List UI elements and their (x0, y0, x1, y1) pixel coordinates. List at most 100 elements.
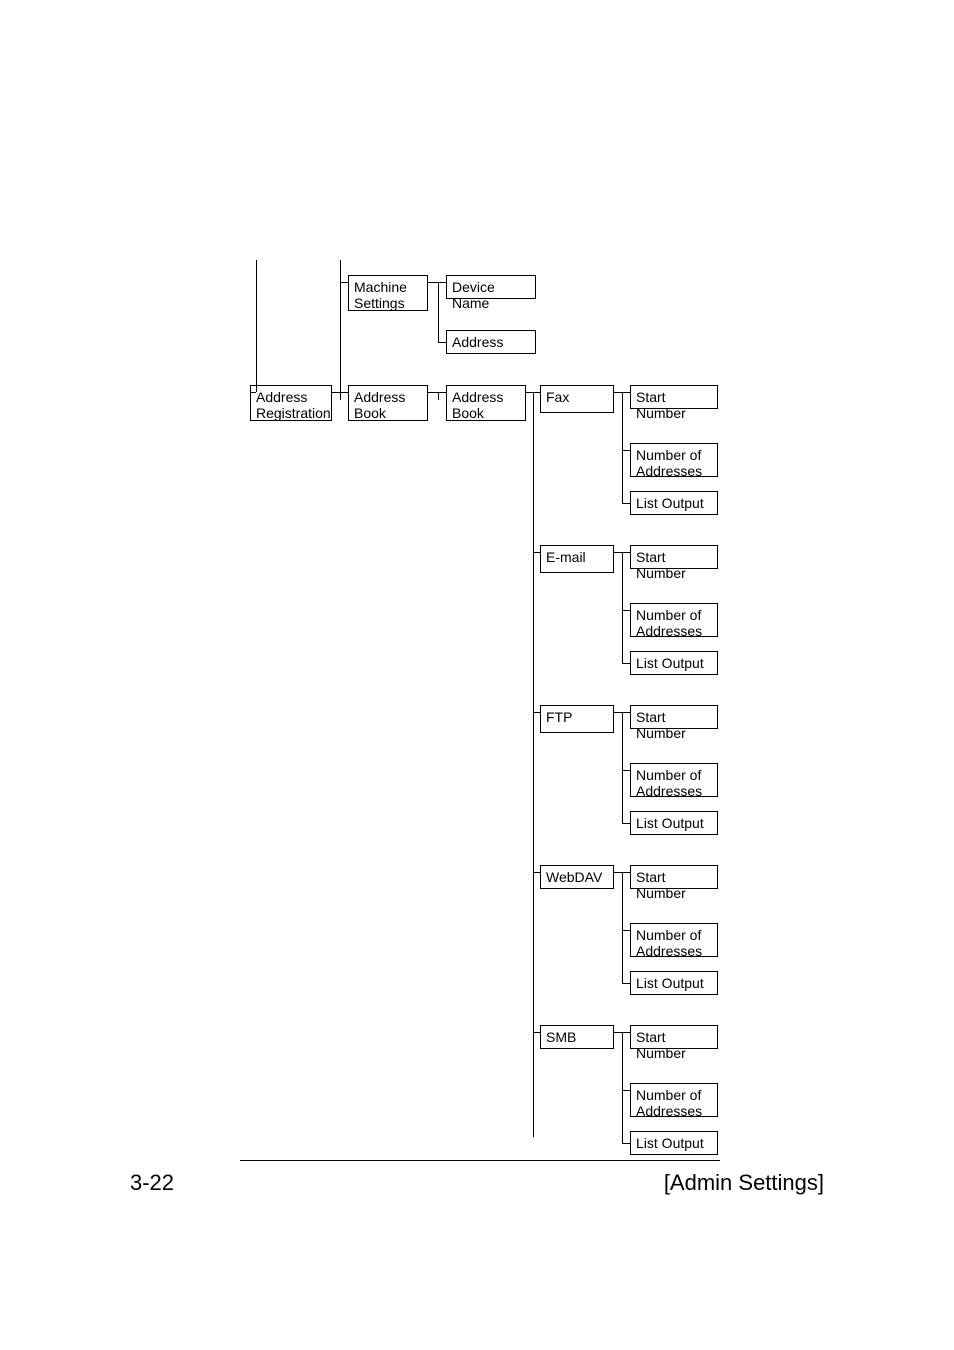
node-address-top: Address (446, 330, 536, 354)
label-smb-list-output: List Output (636, 1135, 704, 1151)
connector (614, 392, 622, 393)
label-ftp-num-addr: Number ofAddresses (636, 767, 702, 799)
connector (438, 282, 446, 283)
connector (622, 1032, 623, 1144)
node-smb-start-number: Start Number (630, 1025, 718, 1049)
node-smb: SMB (540, 1025, 614, 1049)
node-device-name: Device Name (446, 275, 536, 299)
label-ftp: FTP (546, 709, 572, 725)
connector (340, 282, 348, 283)
connector (428, 282, 438, 283)
connector (622, 663, 630, 664)
node-fax: Fax (540, 385, 614, 413)
node-email-num-addr: Number ofAddresses (630, 603, 718, 637)
label-fax: Fax (546, 389, 569, 405)
connector (622, 872, 630, 873)
connector (622, 392, 623, 504)
node-smb-list-output: List Output (630, 1131, 718, 1155)
label-email: E-mail (546, 549, 586, 565)
label-fax-num-addr: Number ofAddresses (636, 447, 702, 479)
node-address-book-1: AddressBook (348, 385, 428, 421)
connector (622, 392, 630, 393)
connector (622, 872, 623, 984)
label-address-registration: AddressRegistration (256, 389, 331, 421)
node-fax-num-addr: Number ofAddresses (630, 443, 718, 477)
label-smb-start-number: Start Number (636, 1029, 713, 1061)
page-number: 3-22 (130, 1170, 174, 1196)
section-title-text: [Admin Settings] (664, 1170, 824, 1195)
connector (622, 983, 630, 984)
label-smb-num-addr: Number ofAddresses (636, 1087, 702, 1119)
connector (438, 282, 439, 343)
node-webdav-start-number: Start Number (630, 865, 718, 889)
label-machine-settings: MachineSettings (354, 279, 407, 311)
connector (438, 392, 446, 393)
connector (614, 552, 622, 553)
connector (622, 712, 623, 824)
node-email-list-output: List Output (630, 651, 718, 675)
connector (622, 823, 630, 824)
connector (340, 260, 341, 400)
node-fax-start-number: Start Number (630, 385, 718, 409)
connector (622, 930, 630, 931)
connector (533, 872, 540, 873)
label-smb: SMB (546, 1029, 576, 1045)
connector (622, 1032, 630, 1033)
label-email-list-output: List Output (636, 655, 704, 671)
label-webdav-list-output: List Output (636, 975, 704, 991)
label-email-num-addr: Number ofAddresses (636, 607, 702, 639)
node-email: E-mail (540, 545, 614, 573)
connector (438, 392, 439, 400)
node-address-registration: AddressRegistration (250, 385, 332, 421)
connector (533, 552, 540, 553)
connector (438, 342, 446, 343)
connector (614, 1032, 622, 1033)
footer-rule (240, 1160, 720, 1161)
label-address-top: Address (452, 334, 503, 350)
page-number-text: 3-22 (130, 1170, 174, 1195)
connector (250, 392, 256, 393)
connector (622, 552, 623, 664)
connector (622, 1090, 630, 1091)
connector (622, 1143, 630, 1144)
node-machine-settings: MachineSettings (348, 275, 428, 311)
label-webdav-start-number: Start Number (636, 869, 713, 901)
connector (614, 872, 622, 873)
label-address-book-2: AddressBook (452, 389, 503, 421)
section-title: [Admin Settings] (664, 1170, 824, 1196)
label-webdav: WebDAV (546, 869, 602, 885)
connector (622, 503, 630, 504)
connector (428, 392, 438, 393)
node-ftp-start-number: Start Number (630, 705, 718, 729)
label-fax-list-output: List Output (636, 495, 704, 511)
connector (533, 712, 540, 713)
connector (614, 712, 622, 713)
label-webdav-num-addr: Number ofAddresses (636, 927, 702, 959)
connector (622, 770, 630, 771)
connector (622, 450, 630, 451)
connector (533, 1032, 540, 1033)
label-ftp-start-number: Start Number (636, 709, 713, 741)
node-fax-list-output: List Output (630, 491, 718, 515)
node-webdav: WebDAV (540, 865, 614, 889)
node-address-book-2: AddressBook (446, 385, 526, 421)
node-webdav-list-output: List Output (630, 971, 718, 995)
label-fax-start-number: Start Number (636, 389, 713, 421)
node-ftp: FTP (540, 705, 614, 733)
node-ftp-list-output: List Output (630, 811, 718, 835)
label-email-start-number: Start Number (636, 549, 713, 581)
connector (533, 392, 540, 393)
node-webdav-num-addr: Number ofAddresses (630, 923, 718, 957)
connector (622, 552, 630, 553)
connector (533, 392, 534, 1137)
label-device-name: Device Name (452, 279, 531, 311)
connector (256, 260, 257, 392)
node-ftp-num-addr: Number ofAddresses (630, 763, 718, 797)
connector (622, 610, 630, 611)
node-smb-num-addr: Number ofAddresses (630, 1083, 718, 1117)
connector (340, 392, 348, 393)
label-address-book-1: AddressBook (354, 389, 405, 421)
node-email-start-number: Start Number (630, 545, 718, 569)
connector (622, 712, 630, 713)
label-ftp-list-output: List Output (636, 815, 704, 831)
